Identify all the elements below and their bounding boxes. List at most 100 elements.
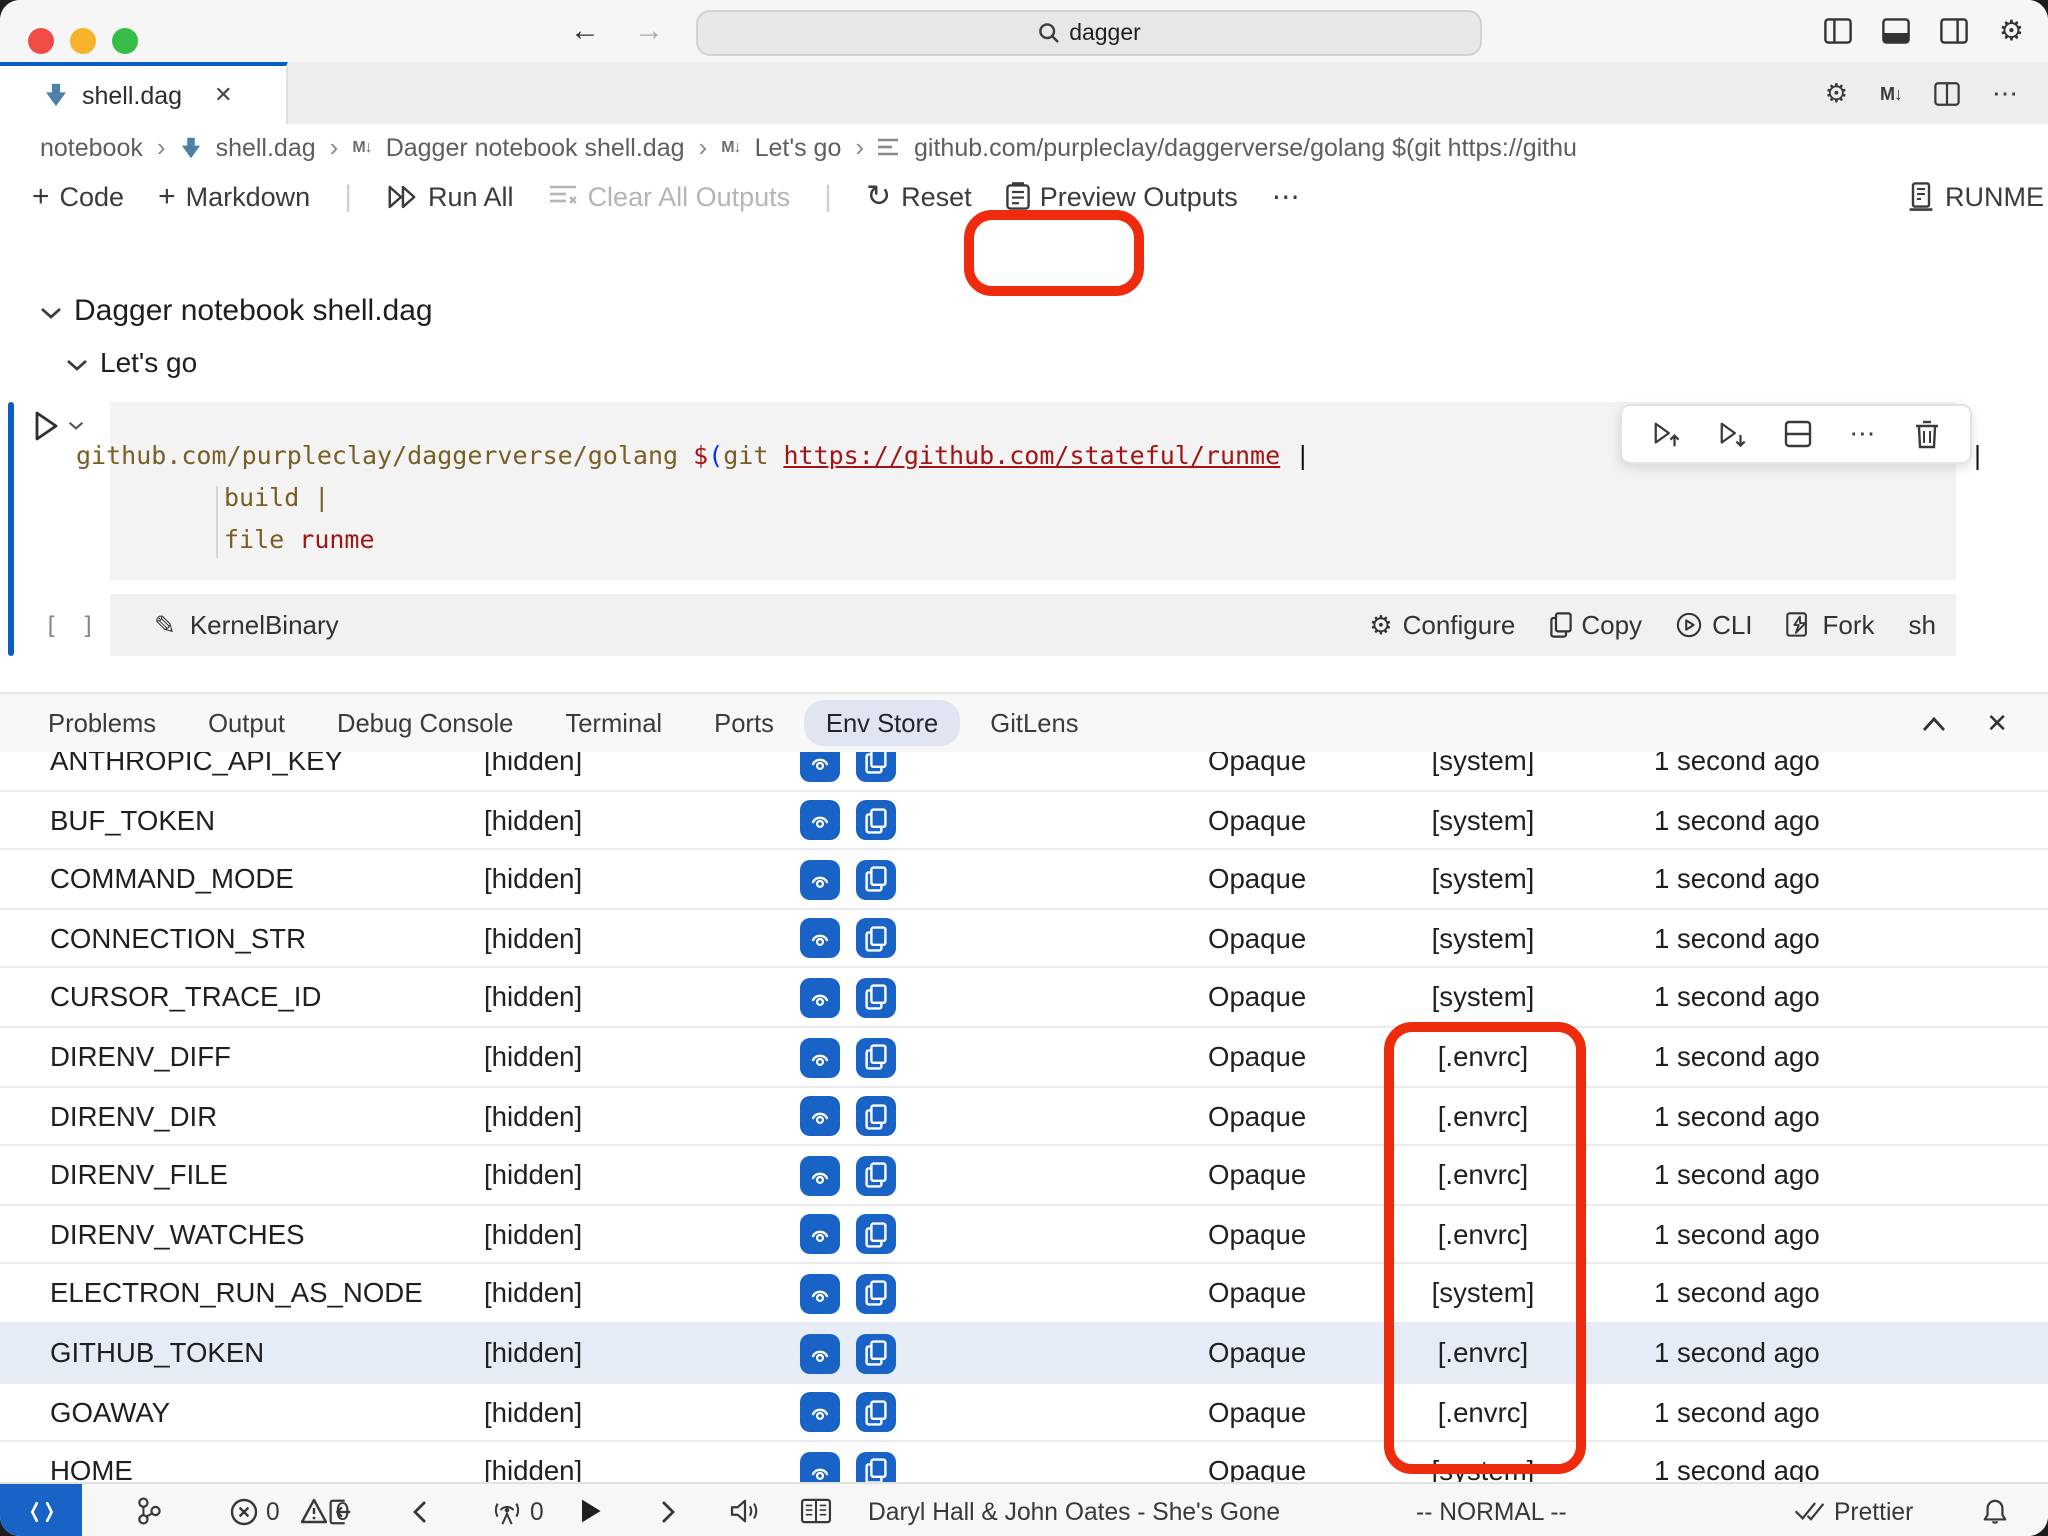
cell-language-indicator[interactable]: sh — [1909, 610, 1936, 640]
add-markdown-cell-button[interactable]: + Markdown — [158, 179, 310, 213]
now-playing-item[interactable]: Daryl Hall & John Oates - She's Gone — [868, 1484, 1280, 1536]
reset-button[interactable]: ↻ Reset — [866, 178, 972, 214]
runme-button[interactable]: RUNME — [1907, 181, 2044, 211]
reveal-value-button[interactable] — [800, 978, 840, 1018]
reveal-value-button[interactable] — [800, 1333, 840, 1373]
markdown-export-icon[interactable]: M↓ — [1880, 83, 1902, 103]
table-row[interactable]: COMMAND_MODE[hidden]Opaque[system]1 seco… — [0, 850, 2048, 909]
table-row-selected[interactable]: GITHUB_TOKEN[hidden]Opaque[.envrc]1 seco… — [0, 1324, 2048, 1383]
toolbar-more-actions-icon[interactable]: ⋯ — [1272, 179, 1302, 213]
forward-arrow-icon[interactable]: → — [634, 10, 664, 52]
code-line-3[interactable]: file runme — [224, 523, 375, 553]
copy-value-button[interactable] — [856, 919, 896, 959]
notebook-title-heading[interactable]: Dagger notebook shell.dag — [74, 294, 433, 328]
breadcrumb-file[interactable]: shell.dag — [216, 133, 316, 161]
panel-tab-ports[interactable]: Ports — [714, 708, 774, 738]
table-row[interactable]: CONNECTION_STR[hidden]Opaque[system]1 se… — [0, 910, 2048, 969]
breadcrumb-cell[interactable]: github.com/purpleclay/daggerverse/golang… — [914, 133, 1577, 161]
breadcrumb-section[interactable]: Let's go — [755, 133, 842, 161]
copy-value-button[interactable] — [856, 1096, 896, 1136]
breadcrumb-notebook[interactable]: notebook — [40, 133, 143, 161]
configure-button[interactable]: ⚙ Configure — [1369, 609, 1515, 641]
section-heading[interactable]: Let's go — [100, 346, 197, 378]
reveal-value-button[interactable] — [800, 752, 840, 781]
table-row[interactable]: DIRENV_WATCHES[hidden]Opaque[.envrc]1 se… — [0, 1206, 2048, 1265]
copy-value-button[interactable] — [856, 1215, 896, 1255]
panel-tab-env-store[interactable]: Env Store — [804, 700, 960, 746]
panel-tab-output[interactable]: Output — [208, 708, 285, 738]
remote-indicator[interactable] — [0, 1484, 82, 1536]
toggle-panel-icon[interactable] — [1883, 18, 1911, 44]
copy-value-button[interactable] — [856, 1274, 896, 1314]
panel-tab-problems[interactable]: Problems — [48, 708, 156, 738]
run-cell-button[interactable] — [32, 410, 84, 442]
session-exit-item[interactable] — [326, 1484, 354, 1536]
notebook-settings-gear-icon[interactable]: ⚙ — [1825, 77, 1848, 109]
settings-gear-icon[interactable]: ⚙ — [1999, 14, 2024, 48]
vim-mode-indicator[interactable]: -- NORMAL -- — [1416, 1484, 1567, 1536]
delete-cell-icon[interactable] — [1914, 419, 1940, 449]
run-all-button[interactable]: Run All — [386, 181, 514, 211]
table-row[interactable]: ELECTRON_RUN_AS_NODE[hidden]Opaque[syste… — [0, 1265, 2048, 1324]
back-arrow-icon[interactable]: ← — [570, 10, 600, 52]
tab-shell-dag[interactable]: shell.dag ✕ — [0, 62, 288, 124]
split-editor-icon[interactable] — [1934, 81, 1960, 105]
source-control-graph-item[interactable] — [136, 1484, 162, 1536]
minimize-window-button[interactable] — [70, 28, 96, 54]
toggle-primary-sidebar-icon[interactable] — [1825, 18, 1853, 44]
table-row[interactable]: ANTHROPIC_API_KEY[hidden]Opaque[system]1… — [0, 752, 2048, 791]
reveal-value-button[interactable] — [800, 919, 840, 959]
panel-tab-terminal[interactable]: Terminal — [565, 708, 662, 738]
table-row[interactable]: DIRENV_FILE[hidden]Opaque[.envrc]1 secon… — [0, 1146, 2048, 1205]
kernel-selector[interactable]: ✎ KernelBinary — [110, 609, 339, 641]
navigate-forward-item[interactable] — [660, 1484, 676, 1536]
table-row[interactable]: DIRENV_DIR[hidden]Opaque[.envrc]1 second… — [0, 1087, 2048, 1146]
copy-value-button[interactable] — [856, 1037, 896, 1077]
split-cell-icon[interactable] — [1785, 420, 1813, 448]
more-actions-icon[interactable]: ⋯ — [1992, 77, 2020, 109]
cli-button[interactable]: CLI — [1676, 610, 1752, 640]
zoom-window-button[interactable] — [112, 28, 138, 54]
run-options-chevron-icon[interactable] — [68, 420, 84, 432]
panel-tab-gitlens[interactable]: GitLens — [990, 708, 1078, 738]
close-panel-icon[interactable]: ✕ — [1986, 707, 2008, 739]
reveal-value-button[interactable] — [800, 1037, 840, 1077]
ports-status-item[interactable]: 0 — [492, 1484, 544, 1536]
fork-button[interactable]: Fork — [1787, 610, 1875, 640]
copy-value-button[interactable] — [856, 860, 896, 900]
preview-outputs-button[interactable]: Preview Outputs — [1006, 181, 1238, 211]
toggle-secondary-sidebar-icon[interactable] — [1941, 18, 1969, 44]
prettier-status-item[interactable]: Prettier — [1794, 1484, 1913, 1536]
reading-mode-item[interactable] — [800, 1484, 832, 1536]
copy-value-button[interactable] — [856, 752, 896, 781]
copy-value-button[interactable] — [856, 978, 896, 1018]
reveal-value-button[interactable] — [800, 800, 840, 840]
navigate-back-item[interactable] — [412, 1484, 428, 1536]
reveal-value-button[interactable] — [800, 1156, 840, 1196]
copy-value-button[interactable] — [856, 1451, 896, 1482]
close-window-button[interactable] — [28, 28, 54, 54]
copy-value-button[interactable] — [856, 1333, 896, 1373]
notifications-bell-icon[interactable] — [1982, 1484, 2008, 1536]
reveal-value-button[interactable] — [800, 1274, 840, 1314]
add-code-cell-button[interactable]: + Code — [32, 179, 124, 213]
reveal-value-button[interactable] — [800, 1096, 840, 1136]
reveal-value-button[interactable] — [800, 860, 840, 900]
collapse-chevron-icon[interactable] — [66, 358, 88, 372]
maximize-panel-chevron-icon[interactable] — [1922, 715, 1946, 731]
run-above-icon[interactable] — [1652, 419, 1682, 449]
copy-button[interactable]: Copy — [1549, 610, 1642, 640]
reveal-value-button[interactable] — [800, 1451, 840, 1482]
panel-tab-debug-console[interactable]: Debug Console — [337, 708, 513, 738]
table-row[interactable]: GOAWAY[hidden]Opaque[.envrc]1 second ago — [0, 1383, 2048, 1442]
code-line-2[interactable]: build | — [224, 481, 329, 511]
breadcrumb-notebook-title[interactable]: Dagger notebook shell.dag — [386, 133, 685, 161]
clear-all-outputs-button[interactable]: Clear All Outputs — [548, 181, 791, 211]
copy-value-button[interactable] — [856, 1392, 896, 1432]
reveal-value-button[interactable] — [800, 1392, 840, 1432]
copy-value-button[interactable] — [856, 1156, 896, 1196]
table-row[interactable]: CURSOR_TRACE_ID[hidden]Opaque[system]1 s… — [0, 969, 2048, 1028]
cell-more-actions-icon[interactable]: ⋯ — [1849, 418, 1877, 450]
table-row[interactable]: DIRENV_DIFF[hidden]Opaque[.envrc]1 secon… — [0, 1028, 2048, 1087]
code-url-link[interactable]: https://github.com/stateful/runme — [783, 439, 1280, 469]
